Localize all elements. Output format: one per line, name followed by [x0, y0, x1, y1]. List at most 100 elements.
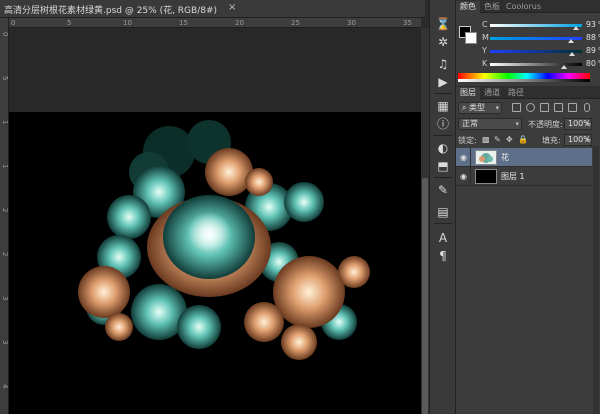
- chevron-down-icon: ▾: [495, 104, 499, 112]
- fractal-flower-image: [78, 120, 370, 360]
- layers-panel: 图层 通道 路径 ⌕ 类型 ▾ 正常 ▾ 不透明度: 100% ▾ 锁定: ▩ …: [456, 86, 600, 414]
- ruler-tick: 2: [1, 208, 9, 213]
- ruler-tick: 35: [403, 19, 412, 27]
- filter-type-icon[interactable]: [540, 103, 549, 112]
- ruler-tick: 5: [67, 19, 72, 27]
- actions-icon[interactable]: ▶: [435, 74, 451, 90]
- color-panel: 颜色 色板 Coolorus C 93 % M 88 % Y 89 % K 80…: [456, 0, 600, 86]
- clone-source-icon[interactable]: ✎: [435, 182, 451, 198]
- panel-icon-strip: ⌛ ✲ ♫ ▶ ▦ ⓘ ◐ ⬒ ✎ ▤ A ¶: [429, 0, 456, 414]
- layer-name[interactable]: 花: [501, 152, 509, 163]
- ruler-tick: 2: [1, 252, 9, 257]
- lock-label: 锁定:: [458, 136, 477, 145]
- magenta-label: M: [482, 33, 489, 42]
- yellow-slider-row: Y 89 %: [482, 46, 600, 56]
- eye-icon[interactable]: ◉: [460, 153, 467, 162]
- character-icon[interactable]: A: [435, 230, 451, 246]
- ruler-tick: 3: [1, 340, 9, 345]
- styles-icon[interactable]: ⬒: [435, 158, 451, 174]
- ruler-tick: 10: [123, 19, 132, 27]
- ruler-tick: 3: [1, 296, 9, 301]
- yellow-value[interactable]: 89: [584, 46, 596, 55]
- document-tab[interactable]: 高清分层树根花素材绿黄.psd @ 25% (花, RGB/8#) ×: [0, 0, 425, 18]
- tab-swatches[interactable]: 色板: [480, 1, 504, 13]
- history-icon[interactable]: ⌛: [435, 16, 451, 32]
- fill-input[interactable]: 100% ▾: [564, 134, 592, 146]
- cyan-label: C: [482, 20, 488, 29]
- chevron-down-icon: ▾: [585, 120, 589, 128]
- ruler-tick: 1: [1, 164, 9, 169]
- navigator-icon[interactable]: ⓘ: [435, 116, 451, 132]
- lock-position-icon[interactable]: ✥: [506, 135, 513, 144]
- lock-all-icon[interactable]: 🔒: [518, 135, 528, 144]
- black-slider-row: K 80 %: [482, 59, 600, 69]
- magenta-value[interactable]: 88: [584, 33, 596, 42]
- vertical-scrollbar[interactable]: [421, 28, 429, 414]
- layer-filter-row: ⌕ 类型 ▾: [456, 100, 600, 116]
- filter-shape-icon[interactable]: [554, 103, 563, 112]
- cyan-value[interactable]: 93: [584, 20, 596, 29]
- layers-scrollbar[interactable]: [593, 146, 599, 414]
- layer-thumbnail: [475, 150, 497, 165]
- chevron-down-icon: ▾: [515, 120, 519, 128]
- layer-row-flower[interactable]: ◉ 花: [456, 148, 592, 167]
- black-slider-track[interactable]: [490, 63, 582, 66]
- magenta-slider-row: M 88 %: [482, 33, 600, 43]
- tab-coolorus[interactable]: Coolorus: [502, 1, 545, 13]
- blend-mode-value: 正常: [462, 119, 478, 128]
- ruler-tick: 15: [179, 19, 188, 27]
- layer-thumbnail: [475, 169, 497, 184]
- brush-settings-icon[interactable]: ✲: [435, 34, 451, 50]
- lock-fill-row: 锁定: ▩ ✎ ✥ 🔒 填充: 100% ▾: [456, 132, 600, 148]
- document-tab-title[interactable]: 高清分层树根花素材绿黄.psd @ 25% (花, RGB/8#): [4, 3, 217, 16]
- vertical-ruler[interactable]: 0 5 1 1 2 2 3 3 4: [0, 18, 9, 414]
- chevron-down-icon: ▾: [585, 136, 589, 144]
- ruler-tick: 1: [1, 120, 9, 125]
- blend-mode-dropdown[interactable]: 正常 ▾: [458, 118, 522, 130]
- layer-name[interactable]: 图层 1: [501, 171, 525, 182]
- info-icon[interactable]: ▦: [435, 98, 451, 114]
- eye-icon[interactable]: ◉: [460, 172, 467, 181]
- document-canvas[interactable]: [9, 112, 421, 414]
- opacity-input[interactable]: 100% ▾: [564, 118, 592, 130]
- scrollbar-thumb[interactable]: [422, 178, 428, 414]
- layer-row-layer1[interactable]: ◉ 图层 1: [456, 167, 592, 186]
- tab-color[interactable]: 颜色: [456, 1, 480, 13]
- lock-transparent-icon[interactable]: ▩: [482, 135, 490, 144]
- color-spectrum-bar[interactable]: [458, 73, 590, 82]
- ruler-tick: 5: [1, 76, 9, 81]
- horizontal-ruler[interactable]: 0 5 10 15 20 25 30 35: [9, 18, 421, 28]
- filter-toggle-icon[interactable]: [584, 103, 590, 112]
- filter-adjustment-icon[interactable]: [526, 103, 535, 112]
- blend-opacity-row: 正常 ▾ 不透明度: 100% ▾: [456, 116, 600, 132]
- close-tab-icon[interactable]: ×: [228, 2, 236, 13]
- color-panel-tabs: 颜色 色板 Coolorus: [456, 0, 600, 13]
- adjustments-icon[interactable]: ◐: [435, 140, 451, 156]
- background-color-swatch[interactable]: [465, 32, 477, 44]
- filter-pixel-icon[interactable]: [512, 103, 521, 112]
- tab-paths[interactable]: 路径: [504, 87, 528, 99]
- search-icon: ⌕: [462, 103, 470, 112]
- black-slider-knob[interactable]: [560, 65, 567, 69]
- canvas-area[interactable]: [9, 28, 421, 414]
- black-value[interactable]: 80: [584, 59, 596, 68]
- paragraph-icon[interactable]: ¶: [435, 248, 451, 264]
- layer-filter-dropdown[interactable]: ⌕ 类型 ▾: [458, 102, 502, 114]
- filter-smart-object-icon[interactable]: [568, 103, 577, 112]
- tab-channels[interactable]: 通道: [480, 87, 504, 99]
- tool-presets-icon[interactable]: ▤: [435, 204, 451, 220]
- yellow-slider-knob[interactable]: [568, 52, 575, 56]
- fill-label: 填充:: [542, 136, 561, 145]
- ruler-tick: 30: [347, 19, 356, 27]
- ruler-tick: 0: [11, 19, 16, 27]
- black-label: K: [482, 59, 488, 68]
- cyan-slider-track[interactable]: [490, 24, 582, 27]
- tab-layers[interactable]: 图层: [456, 87, 480, 99]
- magenta-slider-knob[interactable]: [567, 39, 574, 43]
- cyan-slider-knob[interactable]: [572, 26, 579, 30]
- lock-image-icon[interactable]: ✎: [494, 135, 501, 144]
- layer-filter-value: 类型: [469, 103, 486, 112]
- cyan-slider-row: C 93 %: [482, 20, 600, 30]
- properties-icon[interactable]: ♫: [435, 56, 451, 72]
- opacity-label: 不透明度:: [528, 120, 563, 129]
